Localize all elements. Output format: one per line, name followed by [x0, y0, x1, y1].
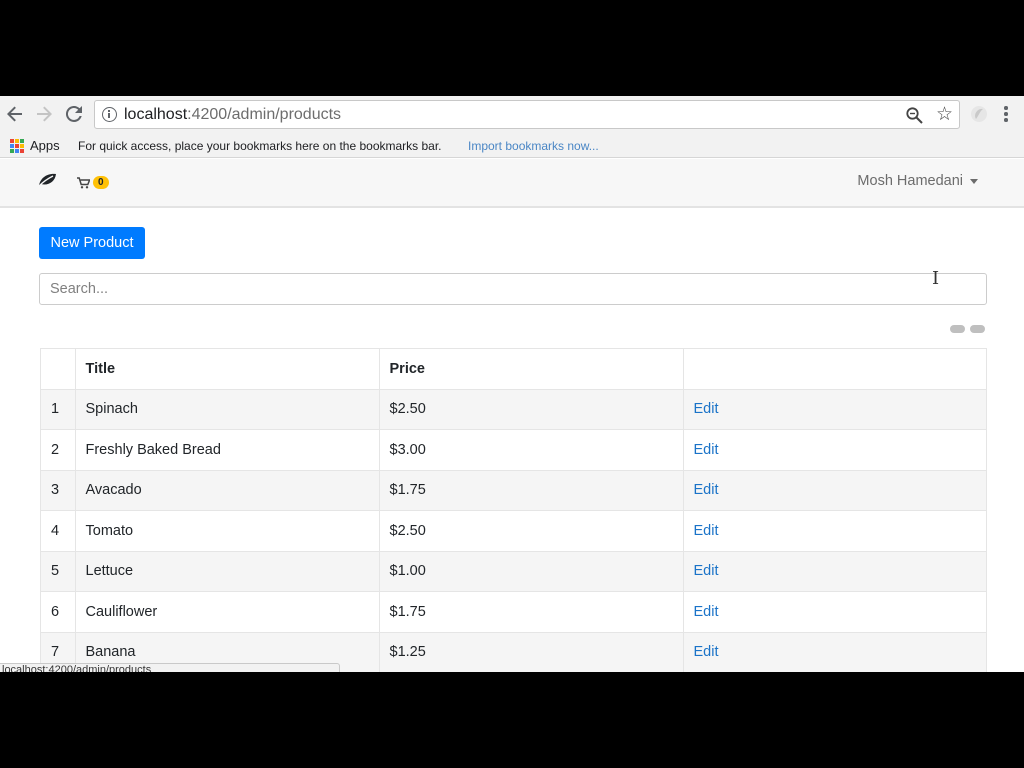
table-row: 6 Cauliflower $1.75 Edit — [41, 591, 986, 633]
caret-down-icon — [970, 178, 978, 184]
user-name: Mosh Hamedani — [857, 173, 963, 189]
forward-arrow-icon[interactable] — [34, 104, 54, 124]
row-index: 5 — [41, 551, 76, 592]
edit-link[interactable]: Edit — [694, 523, 719, 539]
address-bar[interactable]: localhost:4200/admin/products ☆ — [94, 100, 960, 129]
apps-grid-icon[interactable] — [10, 139, 24, 153]
product-price: $1.00 — [379, 551, 684, 592]
row-index: 6 — [41, 591, 76, 633]
edit-link[interactable]: Edit — [694, 563, 719, 579]
search-input[interactable] — [39, 273, 987, 305]
product-price: $2.50 — [379, 510, 684, 552]
edit-link[interactable]: Edit — [694, 604, 719, 620]
shopping-cart-link[interactable]: 0 — [77, 176, 109, 189]
product-price: $1.75 — [379, 591, 684, 633]
browser-window: localhost:4200/admin/products ☆ Apps For… — [0, 96, 1024, 672]
reload-icon[interactable] — [64, 104, 84, 124]
info-icon[interactable] — [102, 107, 117, 122]
header-index[interactable] — [41, 349, 76, 390]
header-title[interactable]: Title — [75, 349, 380, 390]
row-index: 1 — [41, 389, 76, 430]
apps-link[interactable]: Apps — [30, 138, 60, 153]
bookmark-star-icon[interactable]: ☆ — [936, 103, 953, 126]
letterbox-top — [0, 0, 1024, 96]
product-price: $1.75 — [379, 470, 684, 511]
product-price: $1.25 — [379, 632, 684, 672]
product-price: $3.00 — [379, 429, 684, 471]
table-row: 3 Avacado $1.75 Edit — [41, 470, 986, 511]
browser-toolbar: localhost:4200/admin/products ☆ — [0, 96, 1024, 132]
cart-count-badge: 0 — [93, 176, 109, 189]
product-title: Lettuce — [75, 551, 380, 592]
product-title: Tomato — [75, 510, 380, 552]
chrome-menu-icon[interactable] — [1004, 106, 1008, 122]
table-row: 4 Tomato $2.50 Edit — [41, 510, 986, 552]
user-dropdown[interactable]: Mosh Hamedani — [857, 173, 978, 189]
new-product-button[interactable]: New Product — [39, 227, 145, 259]
letterbox-bottom — [0, 672, 1024, 768]
table-header-row: Title Price — [41, 349, 986, 390]
column-toggle-right[interactable] — [970, 325, 985, 333]
app-navbar: 0 Mosh Hamedani — [0, 159, 1024, 208]
header-price[interactable]: Price — [379, 349, 684, 390]
products-table: Title Price 1 Spinach $2.50 Edit 2 Fresh… — [40, 348, 987, 672]
product-title: Spinach — [75, 389, 380, 430]
header-actions — [683, 349, 986, 390]
table-row: 1 Spinach $2.50 Edit — [41, 389, 986, 430]
row-index: 2 — [41, 429, 76, 471]
extension-icon[interactable] — [969, 104, 989, 124]
url-text[interactable]: localhost:4200/admin/products — [124, 106, 341, 124]
leaf-icon[interactable] — [38, 173, 57, 192]
product-title: Cauliflower — [75, 591, 380, 633]
text-cursor-icon: I — [932, 268, 940, 289]
table-row: 2 Freshly Baked Bread $3.00 Edit — [41, 429, 986, 471]
edit-link[interactable]: Edit — [694, 401, 719, 417]
shopping-cart-icon — [77, 176, 90, 188]
row-index: 4 — [41, 510, 76, 552]
zoom-icon[interactable] — [906, 107, 923, 129]
bookmarks-hint: For quick access, place your bookmarks h… — [78, 139, 442, 153]
back-arrow-icon[interactable] — [5, 104, 25, 124]
product-title: Freshly Baked Bread — [75, 429, 380, 471]
table-row: 5 Lettuce $1.00 Edit — [41, 551, 986, 592]
row-index: 3 — [41, 470, 76, 511]
link-status-bubble: localhost:4200/admin/products — [0, 663, 340, 672]
product-price: $2.50 — [379, 389, 684, 430]
product-title: Avacado — [75, 470, 380, 511]
edit-link[interactable]: Edit — [694, 482, 719, 498]
import-bookmarks-link[interactable]: Import bookmarks now... — [468, 139, 599, 153]
column-toggle-left[interactable] — [950, 325, 965, 333]
edit-link[interactable]: Edit — [694, 644, 719, 660]
edit-link[interactable]: Edit — [694, 442, 719, 458]
bookmarks-bar: Apps For quick access, place your bookma… — [0, 132, 1024, 158]
